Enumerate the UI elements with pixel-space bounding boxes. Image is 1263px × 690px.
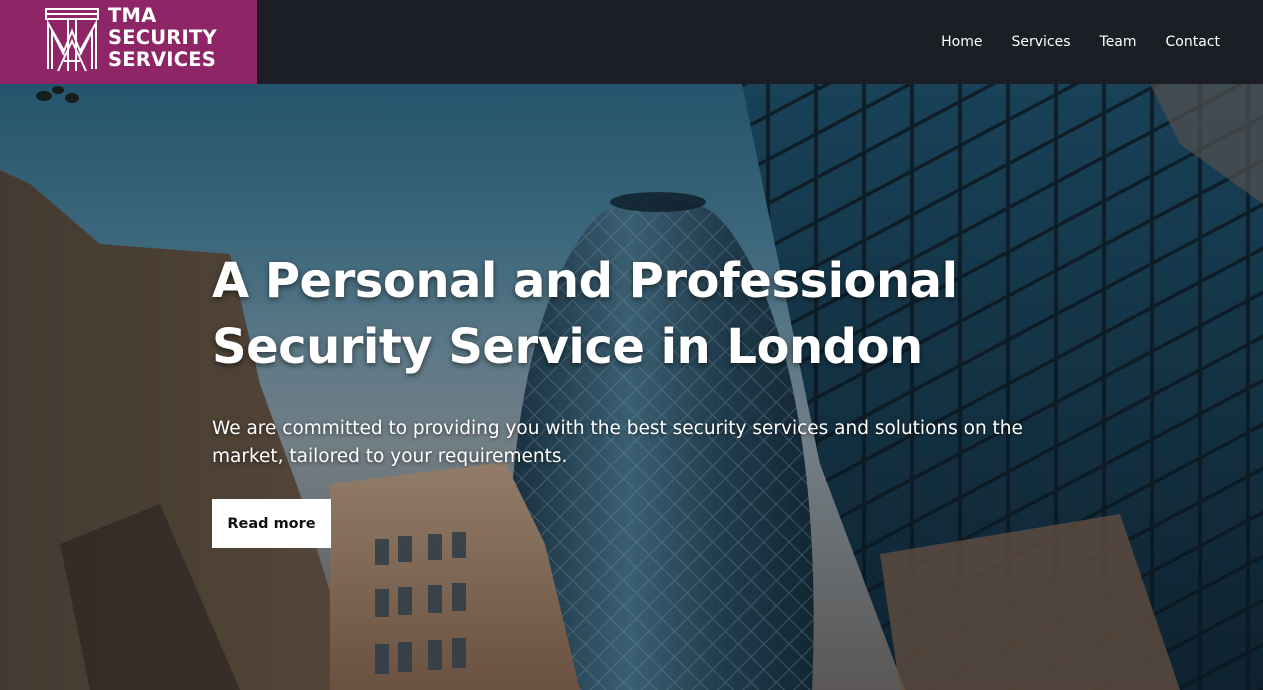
brand-name-line-1: TMA <box>108 4 157 27</box>
hero-title: A Personal and Professional Security Ser… <box>212 248 1072 380</box>
brand-name-line-3: SERVICES <box>108 48 217 71</box>
tma-monogram-icon <box>45 8 99 72</box>
read-more-button[interactable]: Read more <box>212 499 331 548</box>
hero-title-line-2: Security Service in London <box>212 319 923 375</box>
hero-title-line-1: A Personal and Professional <box>212 253 958 309</box>
nav-contact-link[interactable]: Contact <box>1166 34 1220 50</box>
nav-home-link[interactable]: Home <box>941 34 982 50</box>
site-header: TMA SECURITY SERVICES Home Services Team… <box>0 0 1263 84</box>
brand-name: TMA SECURITY SERVICES <box>108 5 217 71</box>
hero-section: A Personal and Professional Security Ser… <box>0 84 1263 690</box>
hero-subtitle: We are committed to providing you with t… <box>212 418 1023 467</box>
nav-team-link[interactable]: Team <box>1100 34 1137 50</box>
hero-content: A Personal and Professional Security Ser… <box>212 248 1072 471</box>
brand-name-line-2: SECURITY <box>108 26 217 49</box>
main-nav: Home Services Team Contact <box>941 0 1220 84</box>
brand-logo-link[interactable]: TMA SECURITY SERVICES <box>0 0 257 84</box>
nav-services-link[interactable]: Services <box>1011 34 1070 50</box>
